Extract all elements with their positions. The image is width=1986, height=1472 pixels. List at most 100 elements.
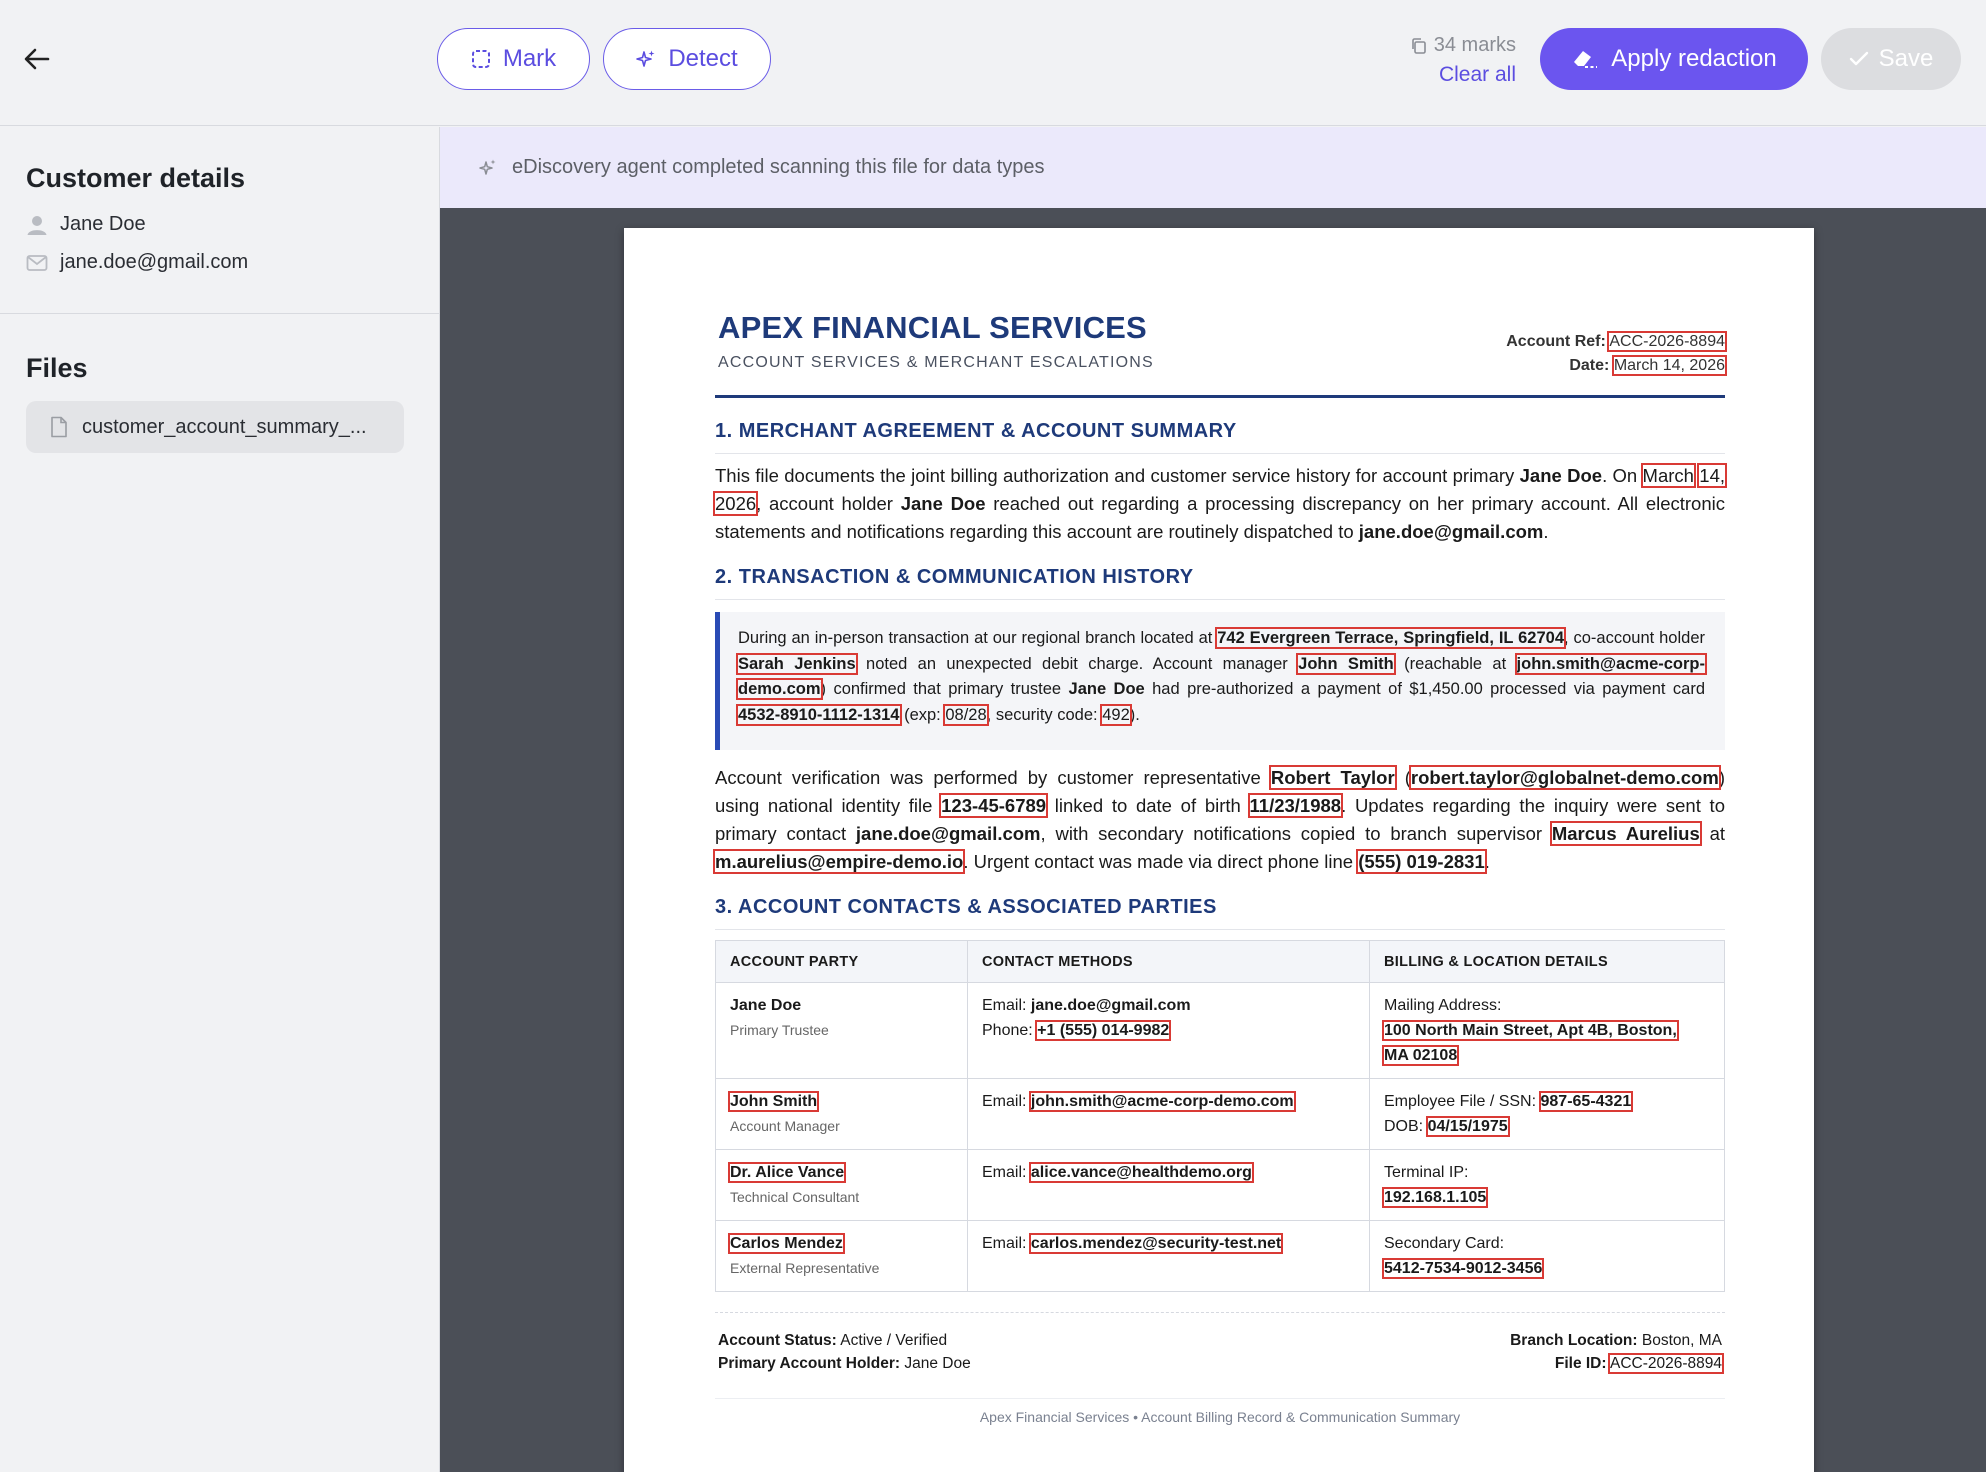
text: Account verification was performed by cu… (715, 767, 1271, 788)
redaction-mark[interactable]: 04/15/1975 (1425, 1116, 1510, 1137)
transaction-callout: During an in-person transaction at our r… (715, 612, 1725, 750)
billing-cell: Mailing Address: 100 North Main Street, A… (1369, 982, 1725, 1079)
detail-label: Terminal IP: (1384, 1164, 1469, 1181)
email-text: jane.doe@gmail.com (1358, 521, 1544, 542)
redaction-mark[interactable]: 5412-7534-9012-3456 (1381, 1258, 1545, 1279)
text: at (1699, 823, 1725, 844)
user-icon (27, 215, 47, 235)
redaction-mark[interactable]: (555) 019-2831 (1356, 849, 1487, 874)
dashed-square-icon (471, 50, 490, 68)
redaction-mark[interactable]: 08/28 (943, 703, 989, 726)
redaction-mark[interactable]: John Smith (1296, 652, 1396, 675)
text: . Urgent contact was made via direct pho… (963, 851, 1359, 872)
scan-banner: eDiscovery agent completed scanning this… (440, 127, 1986, 208)
redaction-mark[interactable]: Marcus Aurelius (1549, 821, 1702, 846)
redaction-mark[interactable]: 11/23/1988 (1247, 793, 1344, 818)
email-label: Email: (982, 1093, 1031, 1110)
section-2-title: 2. TRANSACTION & COMMUNICATION HISTORY (715, 566, 1725, 600)
redaction-mark[interactable]: Carlos Mendez (728, 1233, 845, 1254)
redaction-mark[interactable]: John Smith (727, 1091, 820, 1112)
redaction-mark[interactable]: 4532-8910-1112-1314 (736, 703, 902, 726)
redaction-mark[interactable]: ACC-2026-8894 (1607, 1353, 1725, 1374)
clear-all-link[interactable]: Clear all (1400, 63, 1516, 87)
file-name: customer_account_summary_... (82, 415, 367, 438)
email-text: jane.doe@gmail.com (1030, 997, 1191, 1014)
redaction-mark[interactable]: 100 North Main Street, Apt 4B, Boston, (1382, 1020, 1679, 1041)
party-role: Primary Trustee (730, 1022, 829, 1038)
date-label: Date: (1569, 357, 1610, 374)
redaction-mark[interactable]: ACC-2026-8894 (1607, 331, 1727, 352)
apply-label: Apply redaction (1611, 45, 1777, 72)
mark-button[interactable]: Mark (437, 28, 590, 90)
redaction-mark[interactable]: March 14, 2026 (1611, 355, 1728, 376)
redaction-mark[interactable]: Dr. Alice Vance (727, 1162, 847, 1183)
section-1-title: 1. MERCHANT AGREEMENT & ACCOUNT SUMMARY (715, 420, 1725, 454)
text: During an in-person transaction at our r… (738, 629, 1218, 647)
person-name: Jane Doe (900, 493, 986, 514)
email-label: Email: (982, 1164, 1031, 1181)
party-role: External Representative (730, 1260, 880, 1276)
check-icon (1849, 51, 1868, 66)
column-header: BILLING & LOCATION DETAILS (1369, 940, 1725, 983)
text: . (1484, 851, 1490, 872)
contact-cell: Email: john.smith@acme-corp-demo.com (967, 1078, 1370, 1150)
redaction-mark[interactable]: March (1640, 463, 1696, 488)
detail-label: Mailing Address: (1384, 997, 1502, 1014)
copy-icon (1411, 37, 1426, 54)
redaction-mark[interactable]: 742 Evergreen Terrace, Springfield, IL 6… (1215, 627, 1567, 649)
party-cell: Carlos Mendez External Representative (715, 1220, 968, 1292)
text: . (1543, 521, 1549, 542)
person-name: Jane Doe (1068, 680, 1145, 698)
redaction-mark[interactable]: 492 (1100, 703, 1132, 726)
redaction-mark[interactable]: robert.taylor@globalnet-demo.com (1408, 765, 1721, 790)
redaction-mark[interactable]: Sarah Jenkins (736, 652, 858, 675)
email-label: Email: (982, 1235, 1031, 1252)
section-3-title: 3. ACCOUNT CONTACTS & ASSOCIATED PARTIES (715, 896, 1725, 930)
redaction-mark[interactable]: alice.vance@healthdemo.org (1028, 1162, 1254, 1183)
text: ( (1394, 767, 1411, 788)
sparkle-icon (636, 50, 655, 67)
redaction-mark[interactable]: MA 02108 (1381, 1045, 1460, 1066)
status-label: Account Status: (718, 1332, 837, 1349)
sparkle-icon (479, 159, 496, 175)
document-footer: Account Status: Active / Verified Primar… (715, 1312, 1725, 1398)
file-item[interactable]: customer_account_summary_... (26, 401, 404, 453)
holder-label: Primary Account Holder: (718, 1355, 901, 1372)
detail-label: Secondary Card: (1384, 1235, 1505, 1252)
text: , co-account holder (1564, 629, 1705, 647)
sidebar: Customer details Jane Doe jane.doe@gmail… (0, 127, 440, 1472)
phone-label: Phone: (982, 1022, 1038, 1039)
text: , security code: (986, 705, 1103, 724)
text: This file documents the joint billing au… (715, 465, 1520, 486)
arrow-left-icon (24, 48, 50, 70)
billing-cell: Terminal IP: 192.168.1.105 (1369, 1149, 1725, 1221)
billing-cell: Secondary Card: 5412-7534-9012-3456 (1369, 1220, 1725, 1292)
redaction-mark[interactable]: +1 (555) 014-9982 (1035, 1020, 1172, 1041)
save-button[interactable]: Save (1821, 28, 1961, 90)
document-viewer[interactable]: APEX FINANCIAL SERVICES ACCOUNT SERVICES… (440, 208, 1986, 1472)
detect-button[interactable]: Detect (603, 28, 771, 90)
party-cell: Dr. Alice Vance Technical Consultant (715, 1149, 968, 1221)
status-value: Active / Verified (836, 1332, 948, 1349)
section-1-paragraph: This file documents the joint billing au… (713, 462, 1727, 546)
back-button[interactable] (18, 40, 56, 78)
marks-count-text: 34 marks (1433, 34, 1516, 56)
table-row: Dr. Alice Vance Technical Consultant Emai… (715, 1149, 1725, 1221)
holder-value: Jane Doe (900, 1355, 971, 1372)
party-role: Account Manager (730, 1118, 840, 1134)
table-header-row: ACCOUNT PARTY CONTACT METHODS BILLING & … (715, 940, 1725, 983)
redaction-mark[interactable]: m.aurelius@empire-demo.io (712, 849, 966, 874)
redaction-mark[interactable]: 123-45-6789 (939, 793, 1049, 818)
email-text: jane.doe@gmail.com (855, 823, 1041, 844)
customer-name-row: Jane Doe (26, 213, 146, 236)
verification-paragraph: Account verification was performed by cu… (712, 764, 1725, 876)
redaction-mark[interactable]: john.smith@acme-corp-demo.com (1028, 1091, 1296, 1112)
footer-right: Branch Location: Boston, MA File ID: ACC… (1510, 1329, 1725, 1375)
redaction-mark[interactable]: 987-65-4321 (1538, 1091, 1634, 1112)
redaction-mark[interactable]: Robert Taylor (1268, 765, 1397, 790)
document-page[interactable]: APEX FINANCIAL SERVICES ACCOUNT SERVICES… (624, 228, 1814, 1472)
redaction-mark[interactable]: 192.168.1.105 (1381, 1187, 1489, 1208)
redaction-mark[interactable]: carlos.mendez@security-test.net (1028, 1233, 1284, 1254)
apply-redaction-button[interactable]: Apply redaction (1540, 28, 1808, 90)
customer-email-row: jane.doe@gmail.com (26, 251, 248, 274)
